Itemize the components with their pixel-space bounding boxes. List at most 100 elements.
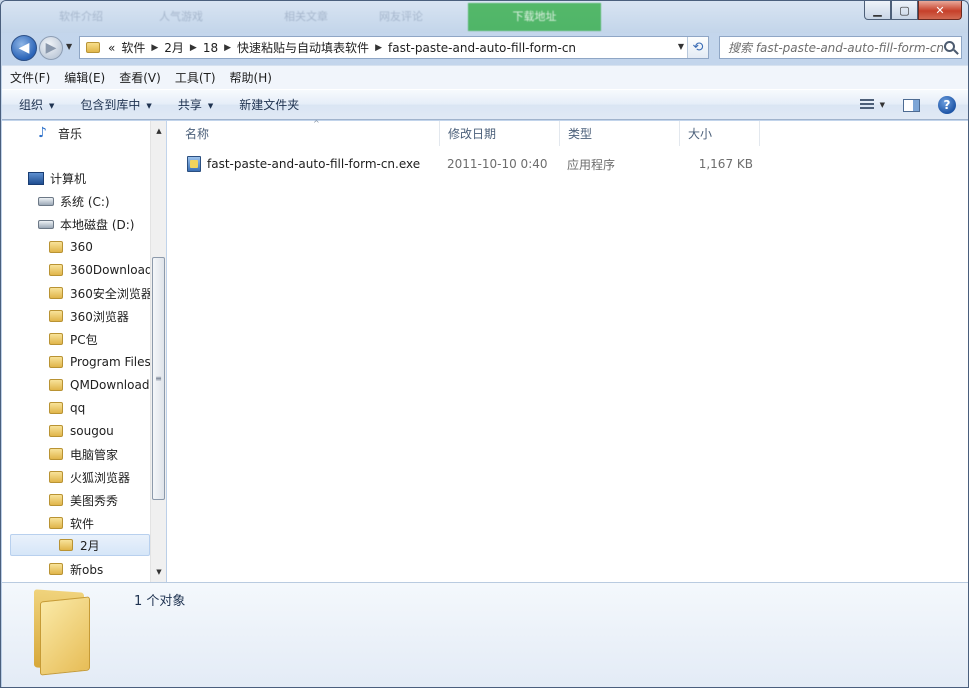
chevron-right-icon[interactable]: ▶	[224, 43, 231, 53]
address-bar[interactable]: « 软件 ▶ 2月 ▶ 18 ▶ 快速粘贴与自动填表软件 ▶ fast-past…	[79, 36, 709, 59]
tree-label: 软件	[70, 516, 95, 531]
include-library-label: 包含到库中	[80, 98, 141, 112]
organize-button[interactable]: 组织 ▼	[19, 96, 54, 113]
back-arrow-icon: ◀	[18, 40, 30, 56]
organize-label: 组织	[19, 98, 44, 112]
breadcrumb-item[interactable]: fast-paste-and-auto-fill-form-cn	[388, 41, 576, 55]
music-icon: ♪	[38, 125, 47, 141]
tree-item-folder[interactable]: QMDownload	[49, 374, 149, 396]
tree-item-folder[interactable]: Program Files	[49, 351, 151, 373]
folder-icon	[86, 42, 100, 53]
search-input[interactable]: 搜索 fast-paste-and-auto-fill-form-cn	[719, 36, 962, 59]
tree-item-folder[interactable]: 360安全浏览器	[49, 282, 153, 304]
breadcrumb-overflow[interactable]: «	[108, 41, 115, 55]
folder-icon	[49, 287, 63, 299]
drive-icon	[38, 219, 54, 229]
preview-pane-icon[interactable]	[903, 98, 920, 112]
tree-item-folder[interactable]: 美图秀秀	[49, 489, 118, 511]
tree-item-folder[interactable]: PC包	[49, 328, 98, 350]
folder-icon	[49, 471, 63, 483]
help-icon[interactable]: ?	[938, 96, 956, 114]
maximize-button[interactable]: ▢	[891, 1, 918, 20]
search-icon[interactable]	[944, 41, 955, 52]
scroll-thumb[interactable]: ≡	[152, 257, 165, 500]
new-folder-button[interactable]: 新建文件夹	[239, 96, 299, 113]
tree-item-folder[interactable]: 360	[49, 236, 93, 258]
bg-tab: 相关文章	[284, 10, 328, 23]
exe-file-icon	[187, 156, 201, 172]
sort-caret-icon: ^	[313, 119, 320, 128]
menu-file[interactable]: 文件(F)	[10, 69, 50, 86]
include-library-button[interactable]: 包含到库中 ▼	[80, 96, 151, 113]
file-size: 1,167 KB	[698, 157, 753, 171]
chevron-right-icon[interactable]: ▶	[375, 43, 382, 53]
tree-item-computer[interactable]: 计算机	[28, 167, 86, 189]
chevron-down-icon[interactable]: ▼	[880, 101, 885, 109]
tree-label: 2月	[80, 538, 100, 553]
tree-item-drive-d[interactable]: 本地磁盘 (D:)	[38, 213, 134, 235]
tree-label: 360	[70, 240, 93, 254]
tree-item-folder[interactable]: 360Download	[49, 259, 153, 281]
tree-label: 本地磁盘 (D:)	[60, 217, 135, 232]
menu-view[interactable]: 查看(V)	[119, 69, 161, 86]
file-modified: 2011-10-10 0:40	[447, 157, 548, 171]
breadcrumb-item[interactable]: 18	[203, 41, 218, 55]
recent-pages-dropdown[interactable]: ▼	[66, 42, 72, 51]
chevron-right-icon[interactable]: ▶	[151, 43, 158, 53]
tree-label: 360安全浏览器	[70, 286, 153, 301]
folder-icon	[34, 589, 92, 676]
address-row: ◀ ▶ ▼ « 软件 ▶ 2月 ▶ 18 ▶ 快速粘贴与自动填表软件 ▶ fas…	[1, 33, 968, 63]
menu-help[interactable]: 帮助(H)	[230, 69, 272, 86]
tree-item-folder[interactable]: 新obs	[49, 558, 103, 580]
bg-tab: 软件介绍	[59, 10, 103, 23]
search-placeholder: 搜索 fast-paste-and-auto-fill-form-cn	[728, 41, 945, 55]
tree-item-folder[interactable]: qq	[49, 397, 85, 419]
folder-icon	[49, 425, 63, 437]
nav-scrollbar[interactable]: ▲ ≡ ▼	[150, 121, 166, 582]
view-controls: ▼ ?	[859, 90, 968, 120]
column-name-label: 名称	[185, 127, 210, 141]
column-header-size[interactable]: 大小	[680, 121, 760, 146]
tree-item-selected-folder[interactable]: 2月	[10, 534, 150, 556]
breadcrumb-item[interactable]: 快速粘贴与自动填表软件	[237, 39, 369, 56]
column-header-name[interactable]: 名称 ^	[177, 119, 440, 146]
minimize-button[interactable]: ▁	[864, 1, 891, 20]
breadcrumb-item[interactable]: 2月	[164, 39, 184, 56]
tree-item-folder[interactable]: 火狐浏览器	[49, 466, 130, 488]
tree-label: 音乐	[58, 126, 83, 141]
folder-icon	[49, 494, 63, 506]
chevron-right-icon[interactable]: ▶	[190, 43, 197, 53]
column-header-type[interactable]: 类型	[560, 121, 680, 146]
refresh-icon[interactable]: ⟲	[687, 37, 708, 58]
address-dropdown-icon[interactable]: ▼	[678, 42, 684, 51]
scroll-down-icon[interactable]: ▼	[151, 564, 167, 580]
scroll-up-icon[interactable]: ▲	[151, 123, 167, 139]
file-name-cell[interactable]: fast-paste-and-auto-fill-form-cn.exe	[187, 153, 420, 175]
tree-item-music[interactable]: ♪ 音乐	[38, 122, 82, 144]
tree-item-drive-c[interactable]: 系统 (C:)	[38, 190, 110, 212]
tree-label: qq	[70, 401, 86, 415]
file-row[interactable]: fast-paste-and-auto-fill-form-cn.exe 201…	[167, 153, 767, 175]
view-options-icon[interactable]	[859, 99, 874, 111]
tree-label: 360浏览器	[70, 309, 129, 324]
menu-edit[interactable]: 编辑(E)	[64, 69, 105, 86]
tree-item-folder[interactable]: 360浏览器	[49, 305, 129, 327]
tree-item-folder[interactable]: sougou	[49, 420, 114, 442]
bg-tab: 人气游戏	[159, 10, 203, 23]
tree-item-folder[interactable]: 软件	[49, 512, 94, 534]
command-bar: 组织 ▼ 包含到库中 ▼ 共享 ▼ 新建文件夹 ▼ ?	[2, 89, 968, 120]
folder-icon	[49, 310, 63, 322]
forward-button[interactable]: ▶	[39, 36, 63, 60]
navigation-pane: ♪ 音乐 计算机 系统 (C:) 本地磁盘 (D:) 360 360Downlo…	[2, 121, 166, 582]
tree-item-folder[interactable]: 电脑管家	[49, 443, 118, 465]
close-button[interactable]: ✕	[918, 1, 962, 20]
share-label: 共享	[177, 98, 202, 112]
tree-label: 火狐浏览器	[70, 470, 131, 485]
back-button[interactable]: ◀	[11, 35, 37, 61]
menu-tools[interactable]: 工具(T)	[175, 69, 216, 86]
folder-icon	[49, 379, 63, 391]
share-button[interactable]: 共享 ▼	[178, 96, 213, 113]
column-header-modified[interactable]: 修改日期	[440, 121, 560, 146]
breadcrumb-item[interactable]: 软件	[121, 39, 145, 56]
tree-label: 计算机	[50, 171, 87, 186]
